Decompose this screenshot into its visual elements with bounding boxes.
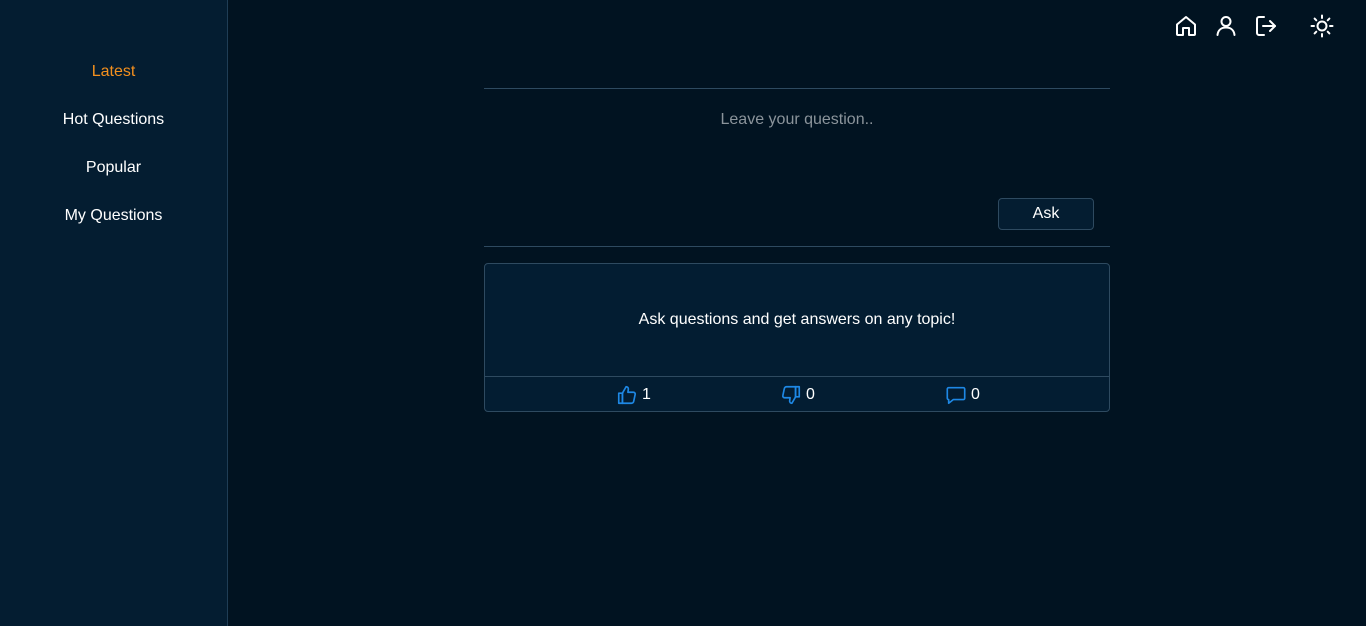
like-count: 1 (642, 386, 651, 403)
ask-button[interactable]: Ask (998, 198, 1094, 230)
sidebar-item-popular[interactable]: Popular (0, 158, 227, 178)
sidebar: Latest Hot Questions Popular My Question… (0, 0, 228, 626)
composer-bottom-divider (484, 246, 1110, 247)
thumbs-up-icon (616, 384, 638, 406)
question-card[interactable]: Ask questions and get answers on any top… (484, 263, 1110, 412)
question-input[interactable] (484, 100, 1110, 140)
logout-icon[interactable] (1254, 14, 1278, 38)
comment-icon (945, 384, 967, 406)
app-root: Latest Hot Questions Popular My Question… (0, 0, 1366, 626)
sidebar-item-hot-questions[interactable]: Hot Questions (0, 110, 227, 130)
sun-icon[interactable] (1310, 14, 1334, 38)
thumbs-down-icon (780, 384, 802, 406)
home-icon[interactable] (1174, 14, 1198, 38)
question-text: Ask questions and get answers on any top… (638, 311, 956, 328)
like-button[interactable]: 1 (616, 384, 651, 406)
comments-button[interactable]: 0 (945, 384, 980, 406)
comment-count: 0 (971, 386, 980, 403)
dislike-count: 0 (806, 386, 815, 403)
user-icon[interactable] (1214, 14, 1238, 38)
question-card-footer: 1 0 0 (485, 376, 1109, 412)
composer-top-divider (484, 88, 1110, 89)
sidebar-item-latest[interactable]: Latest (0, 62, 227, 82)
dislike-button[interactable]: 0 (780, 384, 815, 406)
sidebar-item-my-questions[interactable]: My Questions (0, 206, 227, 226)
